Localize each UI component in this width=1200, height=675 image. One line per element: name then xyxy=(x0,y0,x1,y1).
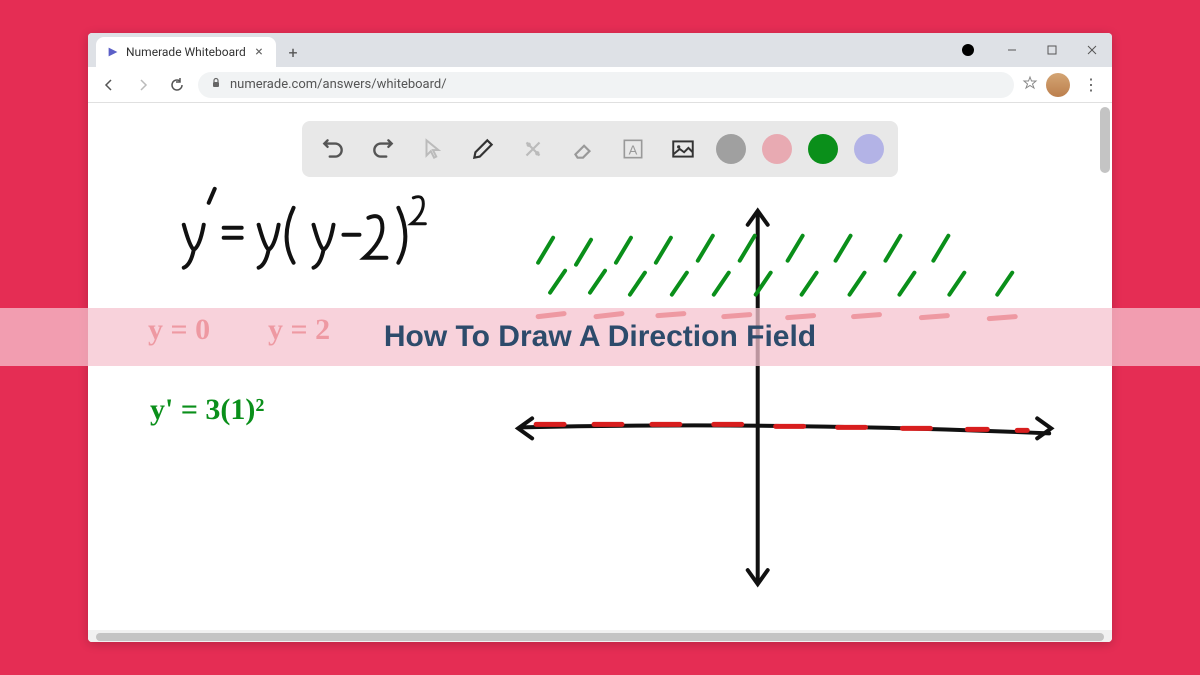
title-overlay: How To Draw A Direction Field xyxy=(0,308,1200,366)
overlay-title-text: How To Draw A Direction Field xyxy=(384,320,816,354)
url-input[interactable]: numerade.com/answers/whiteboard/ xyxy=(198,72,1014,98)
lock-icon xyxy=(210,77,222,93)
whiteboard-canvas[interactable] xyxy=(88,103,1112,642)
profile-avatar[interactable] xyxy=(1046,73,1070,97)
tab-favicon-icon xyxy=(106,45,120,59)
close-tab-icon[interactable]: × xyxy=(252,45,266,59)
handwriting-yprime: y' = 3(1)² xyxy=(150,393,264,427)
whiteboard-content: A xyxy=(88,103,1112,642)
browser-right-controls: ⋮ xyxy=(1022,72,1104,98)
close-window-button[interactable] xyxy=(1072,33,1112,67)
url-text: numerade.com/answers/whiteboard/ xyxy=(230,77,447,92)
forward-button[interactable] xyxy=(130,72,156,98)
maximize-button[interactable] xyxy=(1032,33,1072,67)
new-tab-button[interactable]: + xyxy=(280,39,306,65)
tab-bar: Numerade Whiteboard × + xyxy=(88,33,1112,67)
reload-button[interactable] xyxy=(164,72,190,98)
back-button[interactable] xyxy=(96,72,122,98)
browser-menu-button[interactable]: ⋮ xyxy=(1078,72,1104,98)
minimize-button[interactable] xyxy=(992,33,1032,67)
record-indicator-icon xyxy=(962,44,974,56)
browser-tab[interactable]: Numerade Whiteboard × xyxy=(96,37,276,67)
bookmark-icon[interactable] xyxy=(1022,75,1038,95)
address-bar: numerade.com/answers/whiteboard/ ⋮ xyxy=(88,67,1112,103)
window-controls xyxy=(962,33,1112,67)
tab-title: Numerade Whiteboard xyxy=(126,45,246,59)
